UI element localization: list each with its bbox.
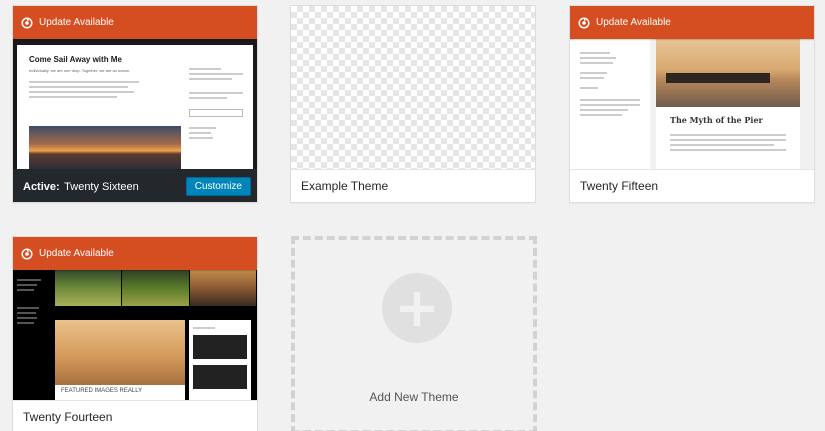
update-label: Update Available xyxy=(39,17,114,28)
theme-preview: Come Sail Away with Me Individually, we … xyxy=(13,39,257,170)
customize-button[interactable]: Customize xyxy=(185,176,251,196)
theme-name: Twenty Sixteen xyxy=(64,181,139,193)
update-available-banner: Update Available xyxy=(13,237,257,270)
theme-name: Twenty Fifteen xyxy=(580,179,659,193)
update-available-banner: Update Available xyxy=(13,6,257,39)
active-label: Active: xyxy=(23,181,60,193)
preview-sidebar xyxy=(570,39,650,170)
add-icon: + xyxy=(382,273,452,343)
theme-preview: FEATURED IMAGES REALLY xyxy=(13,270,257,401)
add-new-theme-card[interactable]: + Add New Theme xyxy=(291,236,537,431)
update-label: Update Available xyxy=(39,248,114,259)
theme-screenshot[interactable] xyxy=(291,6,535,170)
theme-card-example-theme[interactable]: Example Theme xyxy=(290,5,536,203)
preview-image xyxy=(656,39,800,107)
theme-screenshot[interactable]: Update Available Come Sail Away with Me … xyxy=(13,6,257,170)
update-icon xyxy=(578,16,590,29)
plus-icon: + xyxy=(394,276,440,339)
update-available-banner: Update Available xyxy=(570,6,814,39)
theme-name-bar: Example Theme xyxy=(291,169,535,202)
preview-content: The Myth of the Pier xyxy=(656,39,800,170)
theme-screenshot[interactable]: Update Available The Myth of the Pier xyxy=(570,6,814,170)
theme-name-bar: Twenty Fifteen xyxy=(570,169,814,202)
theme-card-twenty-fifteen[interactable]: Update Available The Myth of the Pier Tw… xyxy=(569,5,815,203)
transparent-placeholder xyxy=(291,6,535,170)
preview-sidebar xyxy=(189,65,243,139)
preview-title: The Myth of the Pier xyxy=(670,115,763,125)
preview-image xyxy=(29,126,181,170)
preview-featured-row xyxy=(55,270,257,306)
theme-card-twenty-fourteen[interactable]: Update Available FEATURED IMAGES REALLY … xyxy=(12,236,258,431)
update-icon xyxy=(21,16,33,29)
theme-screenshot[interactable]: Update Available FEATURED IMAGES REALLY xyxy=(13,237,257,401)
theme-name: Example Theme xyxy=(301,179,389,193)
preview-image: FEATURED IMAGES REALLY xyxy=(55,320,185,401)
update-icon xyxy=(21,247,33,260)
theme-card-twenty-sixteen[interactable]: Update Available Come Sail Away with Me … xyxy=(12,5,258,203)
preview-title: Come Sail Away with Me xyxy=(29,55,122,64)
preview-widgets xyxy=(189,320,251,401)
theme-name-bar: Twenty Fourteen xyxy=(13,400,257,431)
preview-caption: FEATURED IMAGES REALLY xyxy=(55,385,185,401)
theme-name: Twenty Fourteen xyxy=(23,410,113,424)
preview-sidebar xyxy=(13,270,55,401)
add-new-theme-label: Add New Theme xyxy=(369,390,459,404)
theme-name-bar: Active: Twenty Sixteen Customize xyxy=(13,169,257,202)
update-label: Update Available xyxy=(596,17,671,28)
theme-preview: The Myth of the Pier xyxy=(570,39,814,170)
